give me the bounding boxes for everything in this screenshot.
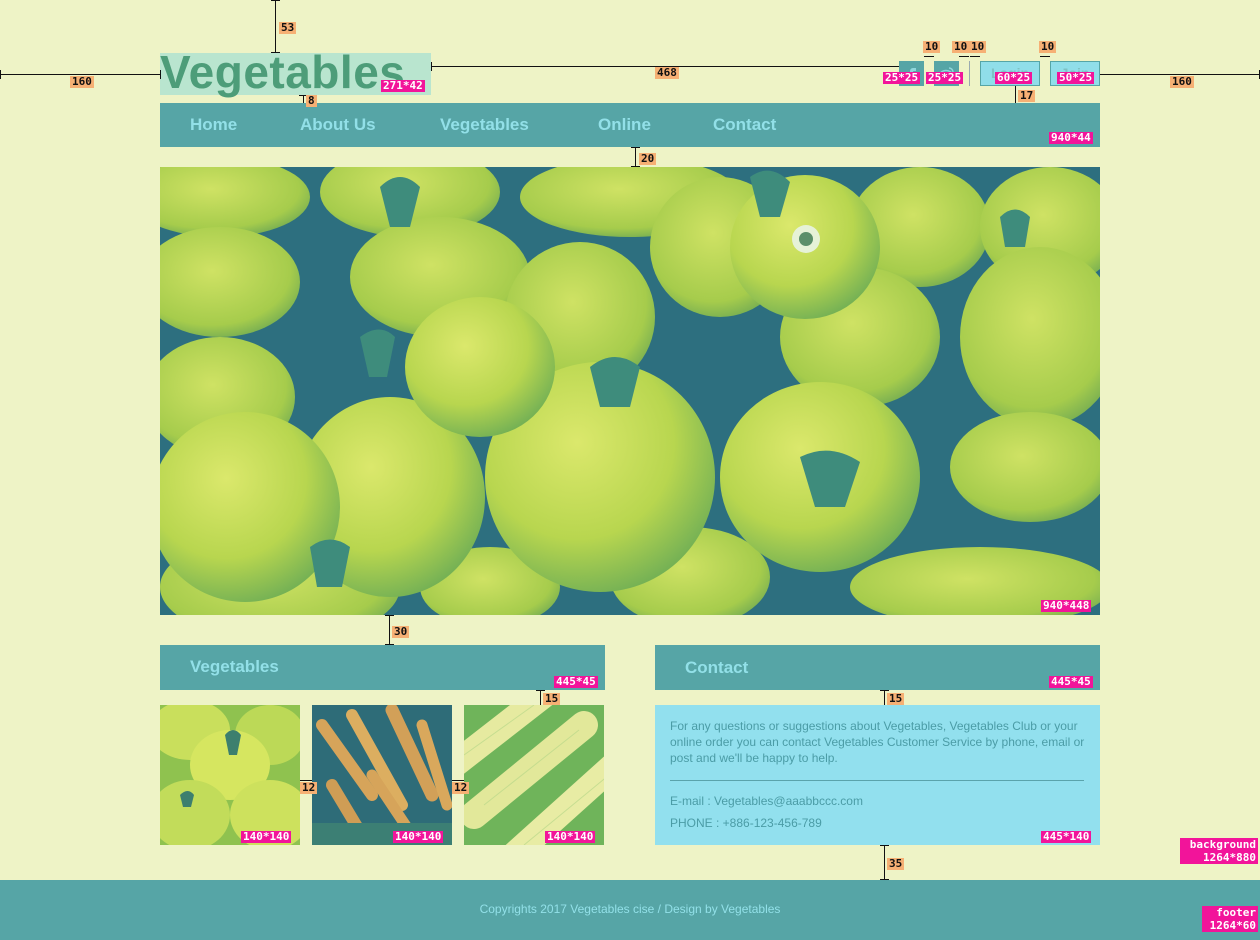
squash-image bbox=[160, 167, 1100, 615]
annotation-social-gap-4: 10 bbox=[1039, 40, 1057, 53]
footer: Copyrights 2017 Vegetables cise / Design… bbox=[0, 880, 1260, 940]
contact-section-header: Contact bbox=[655, 645, 1100, 690]
nav-item-vegetables[interactable]: Vegetables bbox=[440, 103, 529, 147]
annotation-footer: footer 1264*60 bbox=[1202, 906, 1258, 932]
thumbnail-corn[interactable] bbox=[464, 705, 604, 845]
nav-item-home[interactable]: Home bbox=[190, 103, 237, 147]
nav-item-contact[interactable]: Contact bbox=[713, 103, 776, 147]
annotation-background-size: 1264*880 bbox=[1203, 851, 1256, 864]
annotation-social2-size: 25*25 bbox=[926, 71, 964, 84]
hero-image bbox=[160, 167, 1100, 615]
annotation-logo-nav-gap: 8 bbox=[306, 94, 317, 107]
annotation-thumb-gap-1: 12 bbox=[300, 781, 318, 794]
annotation-header-nav-gap: 17 bbox=[1018, 89, 1036, 102]
measure-line bbox=[303, 95, 304, 103]
annotation-background: background 1264*880 bbox=[1180, 838, 1258, 864]
annotation-logo-size: 271*42 bbox=[381, 79, 425, 92]
annotation-logo-gap: 468 bbox=[655, 66, 679, 79]
header-divider bbox=[969, 61, 970, 86]
thumbnail-carrots[interactable] bbox=[312, 705, 452, 845]
annotation-social1-size: 25*25 bbox=[883, 71, 921, 84]
measure-tick bbox=[880, 879, 889, 880]
measure-line bbox=[970, 56, 980, 57]
annotation-bar-thumb-gap: 15 bbox=[543, 692, 561, 705]
measure-line bbox=[635, 147, 636, 167]
annotation-nav-hero-gap: 20 bbox=[639, 152, 657, 165]
measure-tick bbox=[631, 166, 640, 167]
annotation-thumb-size-2: 140*140 bbox=[393, 830, 444, 843]
footer-copyright: Copyrights 2017 Vegetables cise / Design… bbox=[479, 902, 781, 916]
measure-tick bbox=[880, 690, 889, 691]
annotation-contact-box-size: 445*140 bbox=[1041, 830, 1092, 843]
measure-tick bbox=[0, 70, 1, 79]
measure-tick bbox=[536, 690, 545, 691]
vegetables-section-header: Vegetables bbox=[160, 645, 605, 690]
annotation-bar-left-size: 445*45 bbox=[554, 675, 598, 688]
annotation-left-margin: 160 bbox=[70, 75, 94, 88]
yellow-peppers-image bbox=[160, 705, 300, 845]
annotation-footer-gap: 35 bbox=[887, 857, 905, 870]
annotation-footer-label: footer bbox=[1216, 906, 1256, 919]
measure-line bbox=[275, 0, 276, 53]
annotation-footer-size: 1264*60 bbox=[1209, 919, 1256, 932]
measure-line bbox=[389, 615, 390, 645]
vegetables-section-title: Vegetables bbox=[190, 657, 279, 676]
measure-line bbox=[924, 56, 934, 57]
main-nav: Home About Us Vegetables Online Contact bbox=[160, 103, 1100, 147]
measure-line bbox=[959, 56, 969, 57]
contact-divider bbox=[670, 780, 1084, 781]
carrots-image bbox=[312, 705, 452, 845]
contact-email[interactable]: E-mail : Vegetables@aaabbccc.com bbox=[670, 794, 863, 808]
measure-tick bbox=[271, 0, 280, 1]
measure-tick bbox=[880, 845, 889, 846]
annotation-join-size: 50*25 bbox=[1057, 71, 1095, 84]
measure-line bbox=[884, 690, 885, 705]
annotation-nav-size: 940*44 bbox=[1049, 131, 1093, 144]
logo-text: Vegetables bbox=[160, 46, 406, 98]
annotation-bar-right-size: 445*45 bbox=[1049, 675, 1093, 688]
measure-tick bbox=[431, 62, 432, 71]
annotation-hero-size: 940*448 bbox=[1041, 599, 1092, 612]
measure-line bbox=[1015, 86, 1016, 103]
contact-phone: PHONE : +886-123-456-789 bbox=[670, 816, 822, 830]
annotation-social-gap-2: 10 bbox=[952, 40, 970, 53]
measure-line bbox=[1040, 56, 1050, 57]
measure-line bbox=[884, 845, 885, 880]
contact-description: For any questions or suggestions about V… bbox=[670, 719, 1085, 765]
annotation-thumb-size-1: 140*140 bbox=[241, 830, 292, 843]
annotation-logo-top-gap: 53 bbox=[279, 21, 297, 34]
contact-section-title: Contact bbox=[685, 658, 749, 677]
annotation-social-gap-3: 10 bbox=[969, 40, 987, 53]
corn-image bbox=[464, 705, 604, 845]
measure-tick bbox=[631, 147, 640, 148]
contact-box: For any questions or suggestions about V… bbox=[655, 705, 1100, 845]
measure-tick bbox=[385, 644, 394, 645]
measure-line bbox=[540, 690, 541, 705]
thumbnail-yellow-peppers[interactable] bbox=[160, 705, 300, 845]
annotation-login-size: 60*25 bbox=[995, 71, 1033, 84]
nav-item-about-us[interactable]: About Us bbox=[300, 103, 376, 147]
annotation-social-gap-1: 10 bbox=[923, 40, 941, 53]
annotation-background-label: background bbox=[1189, 838, 1256, 851]
measure-tick bbox=[271, 52, 280, 53]
annotation-thumb-size-3: 140*140 bbox=[545, 830, 596, 843]
annotation-bar-contact-gap: 15 bbox=[887, 692, 905, 705]
annotation-thumb-gap-2: 12 bbox=[452, 781, 470, 794]
nav-item-online[interactable]: Online bbox=[598, 103, 651, 147]
annotation-right-margin: 160 bbox=[1170, 75, 1194, 88]
measure-tick bbox=[160, 70, 161, 79]
annotation-hero-section-gap: 30 bbox=[392, 625, 410, 638]
measure-tick bbox=[385, 615, 394, 616]
